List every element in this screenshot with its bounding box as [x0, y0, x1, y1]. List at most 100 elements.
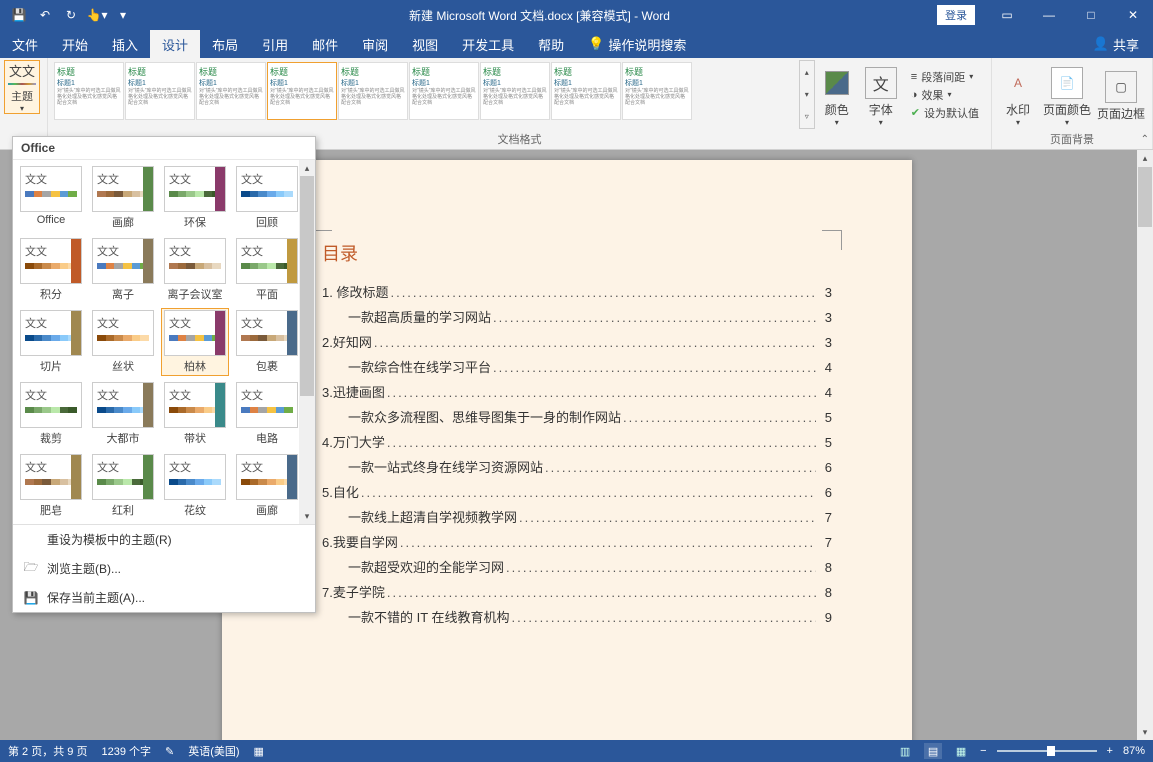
- close-button[interactable]: ✕: [1113, 1, 1153, 29]
- document-formatting-gallery[interactable]: 标题标题1对"镜头"库中的可选工具做风格化处理及格式化感觉风格配合文档标题标题1…: [52, 60, 799, 129]
- macro-icon[interactable]: ▦: [254, 745, 264, 758]
- zoom-slider-knob[interactable]: [1047, 746, 1055, 756]
- theme-option[interactable]: 文文包裹: [233, 308, 301, 376]
- theme-option[interactable]: 文文裁剪: [17, 380, 85, 448]
- gallery-down-button[interactable]: ▾: [800, 83, 814, 105]
- toc-entry[interactable]: 4.万门大学5: [322, 432, 832, 451]
- undo-icon[interactable]: ↶: [34, 4, 56, 26]
- panel-scrollbar[interactable]: ▴ ▾: [299, 160, 315, 524]
- theme-option[interactable]: 文文柏林: [161, 308, 229, 376]
- colors-button[interactable]: 颜色 ▾: [815, 60, 859, 129]
- effects-button[interactable]: ◑效果▾: [907, 86, 983, 104]
- touch-mode-icon[interactable]: 👆▾: [86, 4, 108, 26]
- page-indicator[interactable]: 第 2 页，共 9 页: [8, 743, 87, 759]
- spellcheck-icon[interactable]: ✎: [165, 745, 174, 758]
- docfmt-style-item[interactable]: 标题标题1对"镜头"库中的可选工具做风格化处理及格式化感觉风格配合文档: [54, 62, 124, 120]
- qat-customize-icon[interactable]: ▾: [112, 4, 134, 26]
- reset-theme-menu-item[interactable]: 重设为模板中的主题(R): [13, 525, 315, 554]
- tab-home[interactable]: 开始: [50, 30, 100, 58]
- maximize-button[interactable]: □: [1071, 1, 1111, 29]
- theme-option[interactable]: 文文积分: [17, 236, 85, 304]
- browse-themes-menu-item[interactable]: 🗁 浏览主题(B)...: [13, 554, 315, 583]
- theme-option[interactable]: 文文回顾: [233, 164, 301, 232]
- scrollbar-thumb[interactable]: [1138, 167, 1152, 227]
- collapse-ribbon-button[interactable]: ⌃: [1141, 134, 1149, 145]
- scroll-up-button[interactable]: ▴: [1137, 150, 1153, 166]
- zoom-in-button[interactable]: +: [1107, 745, 1113, 757]
- themes-button[interactable]: 文文 主题 ▾: [4, 60, 40, 114]
- page-borders-button[interactable]: ▢ 页面边框: [1094, 60, 1148, 129]
- document-page[interactable]: 目录 1. 修改标题3一款超高质量的学习网站32.好知网3一款综合性在线学习平台…: [222, 160, 912, 740]
- share-button[interactable]: 👤 共享: [1079, 30, 1153, 58]
- zoom-slider[interactable]: [997, 750, 1097, 752]
- zoom-out-button[interactable]: −: [980, 745, 986, 757]
- theme-option[interactable]: 文文丝状: [89, 308, 157, 376]
- zoom-level[interactable]: 87%: [1123, 745, 1145, 757]
- scrollbar-thumb[interactable]: [300, 176, 314, 396]
- tab-mailings[interactable]: 邮件: [300, 30, 350, 58]
- ribbon-display-options-icon[interactable]: ▭: [987, 1, 1027, 29]
- toc-entry[interactable]: 一款超高质量的学习网站3: [322, 307, 832, 326]
- theme-option[interactable]: 文文红利: [89, 452, 157, 520]
- paragraph-spacing-button[interactable]: ≡段落间距▾: [907, 68, 983, 86]
- theme-option[interactable]: 文文画廊: [233, 452, 301, 520]
- theme-option[interactable]: 文文画廊: [89, 164, 157, 232]
- fonts-button[interactable]: 文 字体 ▾: [859, 60, 903, 129]
- tab-file[interactable]: 文件: [0, 30, 50, 58]
- word-count[interactable]: 1239 个字: [101, 743, 151, 759]
- set-as-default-button[interactable]: ✔设为默认值: [907, 104, 983, 122]
- vertical-scrollbar[interactable]: ▴ ▾: [1137, 150, 1153, 740]
- docfmt-style-item[interactable]: 标题标题1对"镜头"库中的可选工具做风格化处理及格式化感觉风格配合文档: [622, 62, 692, 120]
- theme-option[interactable]: 文文花纹: [161, 452, 229, 520]
- tab-insert[interactable]: 插入: [100, 30, 150, 58]
- theme-option[interactable]: 文文离子会议室: [161, 236, 229, 304]
- theme-option[interactable]: 文文平面: [233, 236, 301, 304]
- tab-review[interactable]: 审阅: [350, 30, 400, 58]
- theme-option[interactable]: 文文电路: [233, 380, 301, 448]
- toc-entry[interactable]: 一款综合性在线学习平台4: [322, 357, 832, 376]
- gallery-more-button[interactable]: ▿: [800, 106, 814, 128]
- tab-view[interactable]: 视图: [400, 30, 450, 58]
- login-button[interactable]: 登录: [937, 5, 975, 25]
- web-layout-button[interactable]: ▦: [952, 743, 970, 759]
- watermark-button[interactable]: A 水印 ▾: [996, 60, 1040, 129]
- tab-references[interactable]: 引用: [250, 30, 300, 58]
- theme-option[interactable]: 文文Office: [17, 164, 85, 232]
- toc-entry[interactable]: 5.自化6: [322, 482, 832, 501]
- toc-entry[interactable]: 一款超受欢迎的全能学习网8: [322, 557, 832, 576]
- docfmt-style-item[interactable]: 标题标题1对"镜头"库中的可选工具做风格化处理及格式化感觉风格配合文档: [480, 62, 550, 120]
- theme-option[interactable]: 文文肥皂: [17, 452, 85, 520]
- docfmt-style-item[interactable]: 标题标题1对"镜头"库中的可选工具做风格化处理及格式化感觉风格配合文档: [338, 62, 408, 120]
- page-color-button[interactable]: 📄 页面颜色 ▾: [1040, 60, 1094, 129]
- tab-help[interactable]: 帮助: [526, 30, 576, 58]
- theme-option[interactable]: 文文切片: [17, 308, 85, 376]
- docfmt-style-item[interactable]: 标题标题1对"镜头"库中的可选工具做风格化处理及格式化感觉风格配合文档: [267, 62, 337, 120]
- redo-icon[interactable]: ↻: [60, 4, 82, 26]
- toc-entry[interactable]: 6.我要自学网7: [322, 532, 832, 551]
- minimize-button[interactable]: —: [1029, 1, 1069, 29]
- tab-layout[interactable]: 布局: [200, 30, 250, 58]
- docfmt-style-item[interactable]: 标题标题1对"镜头"库中的可选工具做风格化处理及格式化感觉风格配合文档: [196, 62, 266, 120]
- toc-entry[interactable]: 一款线上超清自学视频教学网7: [322, 507, 832, 526]
- toc-entry[interactable]: 一款众多流程图、思维导图集于一身的制作网站5: [322, 407, 832, 426]
- theme-option[interactable]: 文文大都市: [89, 380, 157, 448]
- docfmt-style-item[interactable]: 标题标题1对"镜头"库中的可选工具做风格化处理及格式化感觉风格配合文档: [125, 62, 195, 120]
- docfmt-style-item[interactable]: 标题标题1对"镜头"库中的可选工具做风格化处理及格式化感觉风格配合文档: [551, 62, 621, 120]
- scroll-up-button[interactable]: ▴: [299, 160, 315, 176]
- toc-entry[interactable]: 3.迅捷画图4: [322, 382, 832, 401]
- toc-entry[interactable]: 一款不错的 IT 在线教育机构9: [322, 607, 832, 626]
- read-mode-button[interactable]: ▥: [896, 743, 914, 759]
- scroll-down-button[interactable]: ▾: [299, 508, 315, 524]
- tell-me-search[interactable]: 💡 操作说明搜索: [576, 30, 698, 58]
- save-icon[interactable]: 💾: [8, 4, 30, 26]
- tab-developer[interactable]: 开发工具: [450, 30, 526, 58]
- tab-design[interactable]: 设计: [150, 30, 200, 58]
- docfmt-style-item[interactable]: 标题标题1对"镜头"库中的可选工具做风格化处理及格式化感觉风格配合文档: [409, 62, 479, 120]
- gallery-up-button[interactable]: ▴: [800, 61, 814, 83]
- toc-entry[interactable]: 一款一站式终身在线学习资源网站6: [322, 457, 832, 476]
- theme-option[interactable]: 文文环保: [161, 164, 229, 232]
- theme-option[interactable]: 文文离子: [89, 236, 157, 304]
- toc-entry[interactable]: 2.好知网3: [322, 332, 832, 351]
- save-theme-menu-item[interactable]: 💾 保存当前主题(A)...: [13, 583, 315, 612]
- toc-entry[interactable]: 1. 修改标题3: [322, 282, 832, 301]
